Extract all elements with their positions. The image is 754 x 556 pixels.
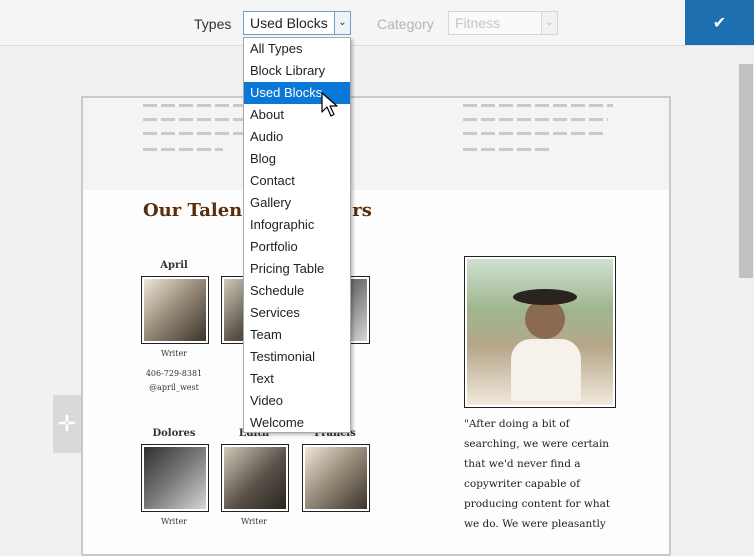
member-handle: @april_west: [149, 383, 199, 392]
placeholder-line: [143, 148, 223, 151]
types-label: Types: [194, 16, 232, 32]
member-role: Writer: [160, 517, 188, 526]
dropdown-option-video[interactable]: Video: [244, 390, 350, 412]
category-select: Fitness ⌄: [448, 11, 558, 35]
member-role: Writer: [240, 517, 268, 526]
placeholder-line: [463, 104, 613, 107]
featured-photo: [464, 256, 616, 408]
member-role: Writer: [160, 349, 188, 358]
member-name: April: [160, 260, 188, 271]
check-icon: ✔: [712, 15, 727, 32]
dropdown-option-pricing-table[interactable]: Pricing Table: [244, 258, 350, 280]
dropdown-option-infographic[interactable]: Infographic: [244, 214, 350, 236]
dropdown-option-services[interactable]: Services: [244, 302, 350, 324]
placeholder-line: [463, 148, 553, 151]
dropdown-option-schedule[interactable]: Schedule: [244, 280, 350, 302]
confirm-button[interactable]: ✔: [685, 0, 754, 45]
member-photo: [221, 444, 289, 512]
top-toolbar: Types Used Blocks ⌄ Category Fitness ⌄ ✔: [0, 0, 754, 46]
dropdown-option-all-types[interactable]: All Types: [244, 38, 350, 60]
member-photo: [141, 276, 209, 344]
types-select-value: Used Blocks: [250, 15, 328, 31]
dropdown-option-contact[interactable]: Contact: [244, 170, 350, 192]
types-select[interactable]: Used Blocks ⌄: [243, 11, 351, 35]
testimonial-quote: "After doing a bit of searching, we were…: [464, 418, 611, 530]
move-handle-icon[interactable]: ✛: [53, 395, 81, 453]
scrollbar-thumb[interactable]: [739, 64, 753, 278]
chevron-down-icon[interactable]: ⌄: [334, 12, 350, 34]
category-label: Category: [377, 16, 434, 32]
dropdown-option-block-library[interactable]: Block Library: [244, 60, 350, 82]
category-select-value: Fitness: [455, 15, 501, 31]
dropdown-option-text[interactable]: Text: [244, 368, 350, 390]
member-photo: [302, 444, 370, 512]
block-preview: Our Talenrs April E ne Writer 406-729-83…: [81, 96, 671, 556]
member-photo: [141, 444, 209, 512]
mouse-pointer-icon: [321, 92, 338, 117]
dropdown-option-blog[interactable]: Blog: [244, 148, 350, 170]
dropdown-option-testimonial[interactable]: Testimonial: [244, 346, 350, 368]
dropdown-option-welcome[interactable]: Welcome: [244, 412, 350, 434]
placeholder-line: [463, 118, 608, 121]
dropdown-option-gallery[interactable]: Gallery: [244, 192, 350, 214]
chevron-down-icon: ⌄: [541, 12, 557, 34]
dropdown-option-portfolio[interactable]: Portfolio: [244, 236, 350, 258]
vertical-scrollbar[interactable]: [738, 46, 754, 536]
member-phone: 406-729-8381: [145, 369, 203, 378]
dropdown-option-team[interactable]: Team: [244, 324, 350, 346]
dropdown-option-audio[interactable]: Audio: [244, 126, 350, 148]
member-name: Dolores: [152, 428, 196, 439]
placeholder-line: [463, 132, 603, 135]
placeholder-text-block: [83, 98, 669, 190]
